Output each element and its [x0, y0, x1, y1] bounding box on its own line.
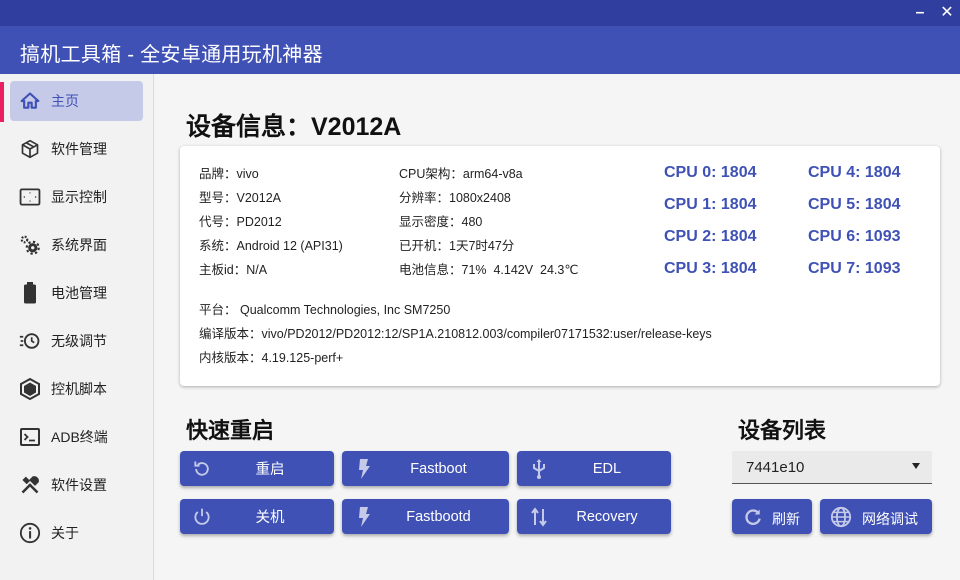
cpu-freq-0: CPU 0: 1804 — [664, 164, 757, 181]
active-indicator — [0, 82, 4, 122]
refresh-button[interactable]: 刷新 — [732, 499, 812, 534]
cpu-freq-2: CPU 2: 1804 — [664, 228, 757, 245]
info-board-id: 主板id：N/A — [199, 263, 268, 277]
info-battery: 电池信息：71% 4.142V 24.3℃ — [399, 263, 579, 277]
recovery-button[interactable]: Recovery — [517, 499, 671, 534]
flash-icon — [354, 459, 374, 479]
sidebar-item-home[interactable]: 主页 — [10, 81, 143, 121]
tools-icon — [19, 474, 41, 496]
sidebar-item-label: 电池管理 — [51, 285, 107, 301]
sidebar-item-adb-terminal[interactable]: ADB终端 — [10, 417, 143, 457]
battery-icon — [19, 282, 41, 304]
device-select-value: 7441e10 — [746, 459, 805, 476]
hexagon-icon — [19, 378, 41, 400]
app-title: 搞机工具箱 - 全安卓通用玩机神器 — [20, 44, 323, 66]
usb-icon — [529, 459, 549, 479]
device-info-card: 品牌：vivo 型号：V2012A 代号：PD2012 系统：Android 1… — [180, 146, 940, 386]
info-density: 显示密度：480 — [399, 215, 483, 229]
cpu-freq-7: CPU 7: 1093 — [808, 260, 901, 277]
close-button[interactable]: ✕ — [936, 3, 958, 23]
gears-icon — [19, 234, 41, 256]
info-resolution: 分辨率：1080x2408 — [399, 191, 511, 205]
power-icon — [192, 507, 212, 527]
terminal-icon — [19, 426, 41, 448]
main-content: 设备信息：V2012A 品牌：vivo 型号：V2012A 代号：PD2012 … — [155, 74, 960, 580]
clock-fast-icon — [19, 330, 41, 352]
sidebar-item-label: 控机脚本 — [51, 381, 107, 397]
button-label: 网络调试 — [862, 511, 918, 527]
info-kernel-version: 内核版本：4.19.125-perf+ — [199, 351, 344, 365]
cpu-freq-3: CPU 3: 1804 — [664, 260, 757, 277]
title-bar: 搞机工具箱 - 全安卓通用玩机神器 — [0, 26, 960, 74]
screen-icon — [19, 186, 41, 208]
info-platform: 平台： Qualcomm Technologies, Inc SM7250 — [199, 303, 451, 317]
info-cpu-arch: CPU架构：arm64-v8a — [399, 167, 523, 181]
sidebar-item-stepless[interactable]: 无级调节 — [10, 321, 143, 361]
home-icon — [19, 90, 41, 112]
sidebar-item-battery[interactable]: 电池管理 — [10, 273, 143, 313]
sidebar-item-label: ADB终端 — [51, 429, 108, 445]
sidebar-item-label: 主页 — [51, 93, 79, 109]
window-top-bar: – ✕ — [0, 0, 960, 26]
cpu-freq-1: CPU 1: 1804 — [664, 196, 757, 213]
device-select[interactable]: 7441e10 — [732, 451, 932, 484]
quick-reboot-title: 快速重启 — [186, 418, 275, 443]
info-model: 型号：V2012A — [199, 191, 281, 205]
globe-icon — [830, 506, 852, 528]
sidebar-item-about[interactable]: 关于 — [10, 513, 143, 553]
reboot-button[interactable]: 重启 — [180, 451, 334, 486]
cpu-freq-6: CPU 6: 1093 — [808, 228, 901, 245]
dropdown-arrow-icon — [912, 463, 920, 469]
info-build-version: 编译版本：vivo/PD2012/PD2012:12/SP1A.210812.0… — [199, 327, 712, 341]
cpu-freq-5: CPU 5: 1804 — [808, 196, 901, 213]
fastbootd-button[interactable]: Fastbootd — [342, 499, 509, 534]
page-title: 设备信息：V2012A — [186, 113, 402, 141]
sidebar-item-display[interactable]: 显示控制 — [10, 177, 143, 217]
sidebar-item-label: 无级调节 — [51, 333, 107, 349]
sidebar-item-system-ui[interactable]: 系统界面 — [10, 225, 143, 265]
sidebar-item-settings[interactable]: 软件设置 — [10, 465, 143, 505]
minimize-button[interactable]: – — [909, 3, 931, 23]
info-icon — [19, 522, 41, 544]
sidebar-item-label: 显示控制 — [51, 189, 107, 205]
sidebar-item-label: 软件管理 — [51, 141, 107, 157]
sidebar: 主页 软件管理 显示控制 系统界面 电池管理 无级调节 控机脚本 ADB终端 软… — [0, 74, 154, 580]
device-list-title: 设备列表 — [738, 418, 827, 443]
flash-icon — [354, 507, 374, 527]
fastboot-button[interactable]: Fastboot — [342, 451, 509, 486]
sidebar-item-software[interactable]: 软件管理 — [10, 129, 143, 169]
sidebar-item-label: 软件设置 — [51, 477, 107, 493]
edl-button[interactable]: EDL — [517, 451, 671, 486]
package-icon — [19, 138, 41, 160]
info-codename: 代号：PD2012 — [199, 215, 282, 229]
network-debug-button[interactable]: 网络调试 — [820, 499, 932, 534]
info-brand: 品牌：vivo — [199, 167, 259, 181]
sidebar-item-label: 关于 — [51, 525, 79, 541]
shutdown-button[interactable]: 关机 — [180, 499, 334, 534]
restart-icon — [192, 459, 212, 479]
refresh-icon — [742, 506, 764, 528]
button-label: 刷新 — [772, 511, 800, 527]
sidebar-item-label: 系统界面 — [51, 237, 107, 253]
cpu-freq-4: CPU 4: 1804 — [808, 164, 901, 181]
swap-vertical-icon — [529, 507, 549, 527]
sidebar-item-scripts[interactable]: 控机脚本 — [10, 369, 143, 409]
info-uptime: 已开机：1天7时47分 — [399, 239, 515, 253]
info-system: 系统：Android 12 (API31) — [199, 239, 343, 253]
